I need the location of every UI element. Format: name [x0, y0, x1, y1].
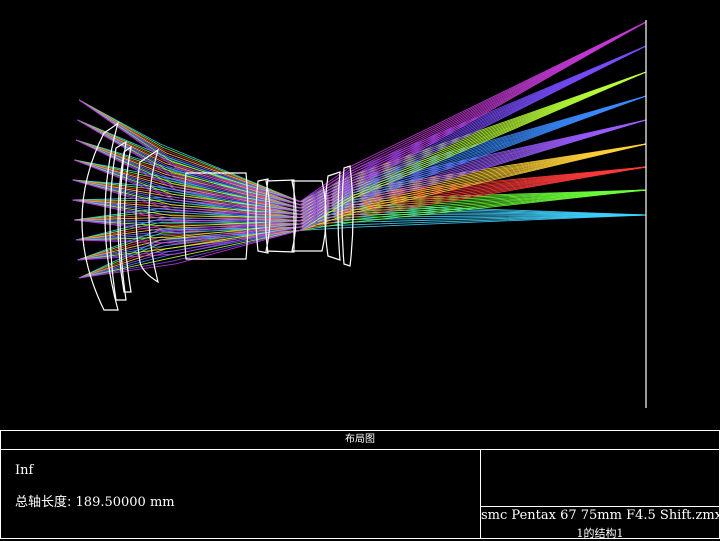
total-length-label: 总轴长度: — [15, 495, 72, 510]
info-panel: 布局图 Inf 总轴长度: 189.50000 mm smc Pentax 67… — [0, 430, 720, 540]
panel-right-cell: smc Pentax 67 75mm F4.5 Shift.zmx 1的结构1 — [481, 450, 720, 540]
panel-right-divider — [481, 506, 719, 507]
total-length-value: 189.50000 mm — [75, 495, 175, 510]
panel-title: 布局图 — [1, 431, 719, 450]
file-name: smc Pentax 67 75mm F4.5 Shift.zmx — [481, 508, 720, 523]
total-length-line: 总轴长度: 189.50000 mm — [15, 491, 175, 510]
ray-bundles — [72, 21, 647, 279]
panel-left-cell: Inf 总轴长度: 189.50000 mm — [1, 450, 481, 538]
field-label: Inf — [15, 463, 34, 478]
optical-layout-diagram — [0, 0, 720, 430]
lens-layout-canvas — [72, 20, 647, 408]
